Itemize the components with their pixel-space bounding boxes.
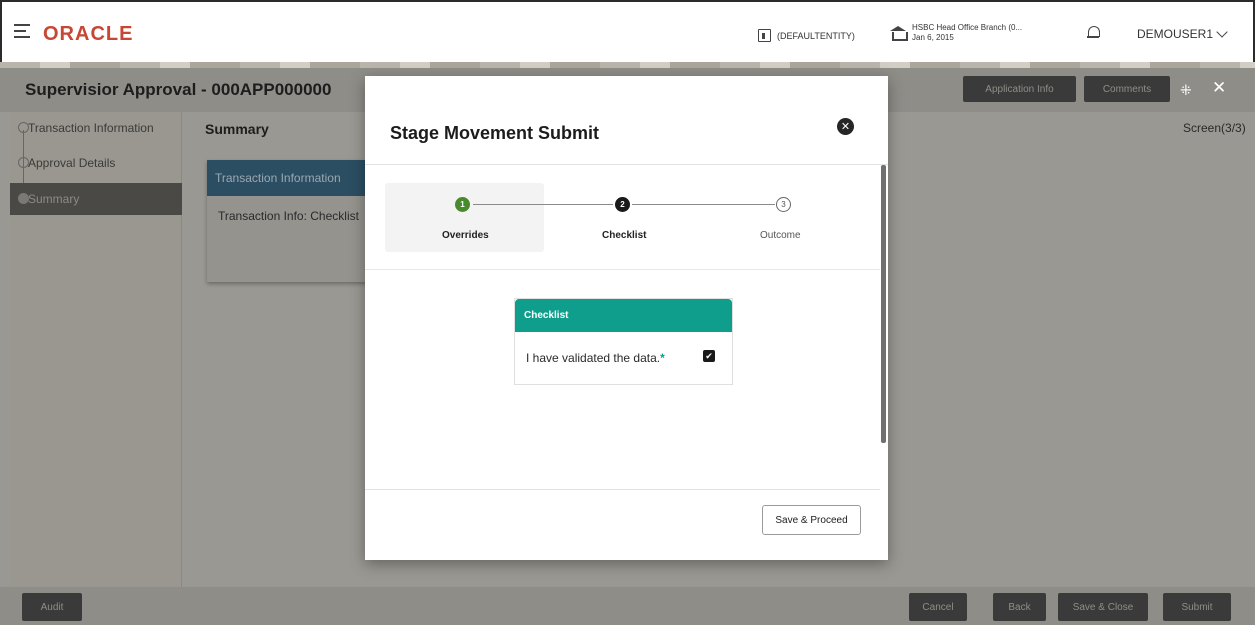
step-check-icon bbox=[18, 122, 29, 133]
bell-icon[interactable] bbox=[1087, 26, 1100, 40]
checklist-card: Checklist I have validated the data.* ✔ bbox=[514, 298, 733, 385]
step-current-icon bbox=[18, 193, 29, 204]
stage-movement-modal: Stage Movement Submit ✕ 1 Overrides 2 Ch… bbox=[365, 76, 888, 560]
save-close-button[interactable]: Save & Close bbox=[1058, 593, 1148, 621]
summary-title: Summary bbox=[205, 121, 269, 137]
screen-count: Screen(3/3) bbox=[1183, 121, 1246, 135]
comments-button[interactable]: Comments bbox=[1084, 76, 1170, 102]
stepper: 1 Overrides 2 Checklist 3 Outcome bbox=[365, 165, 880, 270]
bank-icon bbox=[890, 26, 908, 41]
checklist-title: Checklist bbox=[515, 299, 732, 332]
close-icon[interactable]: ✕ bbox=[1212, 78, 1226, 98]
sidebar-item-approval-details[interactable]: Approval Details bbox=[10, 147, 182, 179]
branch-date: Jan 6, 2015 bbox=[912, 33, 954, 42]
step-check-icon bbox=[18, 157, 29, 168]
audit-button[interactable]: Audit bbox=[22, 593, 82, 621]
cancel-button[interactable]: Cancel bbox=[909, 593, 967, 621]
step-connector bbox=[473, 204, 613, 205]
entity-selector[interactable]: (DEFAULTENTITY) bbox=[758, 29, 855, 42]
user-menu[interactable]: DEMOUSER1 bbox=[1137, 25, 1228, 41]
step-1-indicator[interactable]: 1 bbox=[455, 197, 470, 212]
branch-selector[interactable]: HSBC Head Office Branch (0... Jan 6, 201… bbox=[890, 23, 1022, 43]
step-3-indicator[interactable]: 3 bbox=[776, 197, 791, 212]
oracle-logo: ORACLE bbox=[43, 23, 134, 45]
user-name: DEMOUSER1 bbox=[1137, 27, 1214, 41]
summary-card[interactable]: Transaction Information Transaction Info… bbox=[207, 160, 377, 282]
chevron-down-icon bbox=[1216, 25, 1228, 38]
modal-scrollbar[interactable] bbox=[881, 165, 886, 443]
branch-name: HSBC Head Office Branch (0... bbox=[912, 23, 1023, 32]
sidebar-item-label: Transaction Information bbox=[28, 121, 154, 135]
step-2-label: Checklist bbox=[602, 230, 647, 241]
top-header: ORACLE (DEFAULTENTITY) HSBC Head Office … bbox=[0, 0, 1255, 64]
hamburger-icon[interactable] bbox=[14, 24, 30, 38]
sidebar-item-transaction-information[interactable]: Transaction Information bbox=[10, 112, 182, 144]
summary-card-body: Transaction Info: Checklist bbox=[218, 209, 359, 223]
step-1-label: Overrides bbox=[442, 230, 489, 241]
step-2-indicator[interactable]: 2 bbox=[615, 197, 630, 212]
required-marker: * bbox=[660, 351, 665, 365]
entity-label: (DEFAULTENTITY) bbox=[777, 30, 855, 41]
checkbox-checked-icon[interactable]: ✔ bbox=[703, 350, 715, 362]
application-info-button[interactable]: Application Info bbox=[963, 76, 1076, 102]
back-button[interactable]: Back bbox=[993, 593, 1046, 621]
close-circle-icon[interactable]: ✕ bbox=[837, 118, 854, 135]
step-3-label: Outcome bbox=[760, 230, 801, 241]
checklist-row: I have validated the data.* ✔ bbox=[515, 332, 732, 385]
modal-title: Stage Movement Submit bbox=[390, 123, 600, 143]
checklist-item-text: I have validated the data. bbox=[526, 351, 661, 365]
summary-card-title: Transaction Information bbox=[207, 160, 377, 196]
sidebar-item-label: Approval Details bbox=[28, 156, 116, 170]
sidebar-item-label: Summary bbox=[28, 192, 80, 206]
step-connector bbox=[632, 204, 775, 205]
submit-button[interactable]: Submit bbox=[1163, 593, 1231, 621]
sidebar-item-summary[interactable]: Summary bbox=[10, 183, 182, 215]
step-active-highlight bbox=[385, 183, 544, 252]
collapse-icon[interactable]: ⁜ bbox=[1180, 82, 1192, 99]
sidebar: Transaction Information Approval Details… bbox=[10, 112, 182, 587]
divider bbox=[365, 489, 880, 490]
page-title: Supervisior Approval - 000APP000000 bbox=[25, 80, 332, 99]
save-proceed-button[interactable]: Save & Proceed bbox=[762, 505, 861, 535]
entity-icon bbox=[758, 29, 771, 42]
checklist-item-label: I have validated the data.* bbox=[526, 351, 665, 365]
